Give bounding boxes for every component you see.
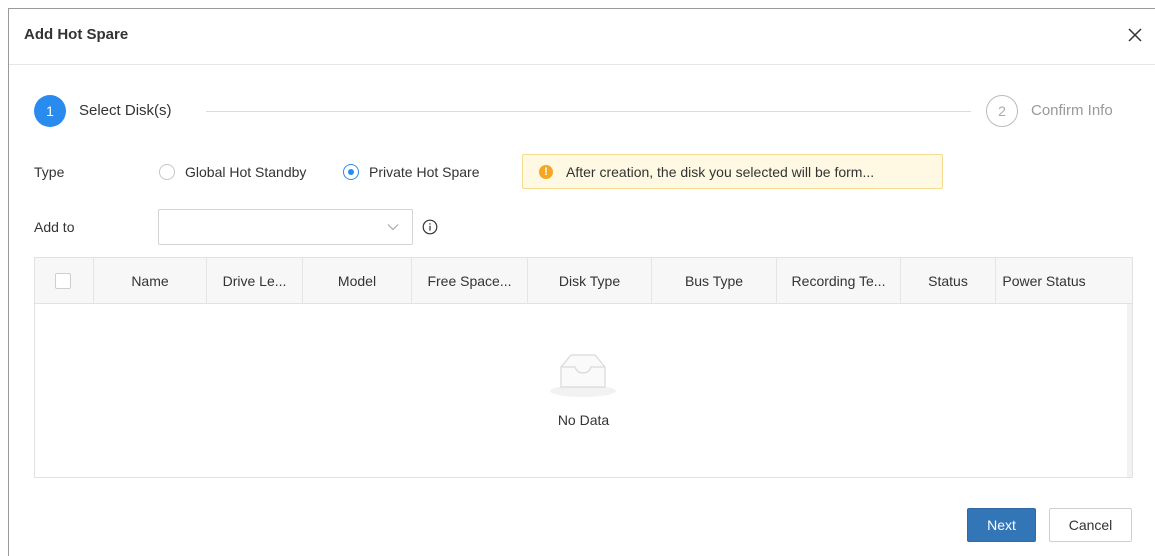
add-hot-spare-dialog: Add Hot Spare 1 Select Disk(s) 2 Confirm… xyxy=(8,8,1155,556)
chevron-down-icon xyxy=(387,224,399,231)
step-2-label: Confirm Info xyxy=(1031,102,1113,119)
column-header-disk-type[interactable]: Disk Type xyxy=(528,258,652,304)
format-warning-notice: ! After creation, the disk you selected … xyxy=(522,154,943,189)
stepper: 1 Select Disk(s) 2 Confirm Info xyxy=(9,93,1155,129)
next-button[interactable]: Next xyxy=(967,508,1036,542)
select-all-checkbox[interactable] xyxy=(55,273,71,289)
step-2-number: 2 xyxy=(986,95,1018,127)
radio-circle-checked[interactable] xyxy=(343,164,359,180)
empty-inbox-icon xyxy=(550,354,616,397)
info-icon[interactable] xyxy=(422,219,438,235)
cancel-button[interactable]: Cancel xyxy=(1049,508,1132,542)
table-header: Name Drive Le... Model Free Space... Dis… xyxy=(35,258,1132,304)
radio-label[interactable]: Private Hot Spare xyxy=(369,164,480,180)
column-header-name[interactable]: Name xyxy=(94,258,207,304)
radio-private-hot-spare[interactable]: Private Hot Spare xyxy=(343,162,480,182)
add-to-select[interactable] xyxy=(158,209,413,245)
radio-circle[interactable] xyxy=(159,164,175,180)
column-header-model[interactable]: Model xyxy=(303,258,412,304)
type-label: Type xyxy=(34,164,65,180)
warning-icon: ! xyxy=(539,164,553,179)
dialog-title: Add Hot Spare xyxy=(24,26,129,43)
empty-text: No Data xyxy=(557,412,610,428)
column-header-status[interactable]: Status xyxy=(901,258,996,304)
step-1-label: Select Disk(s) xyxy=(79,102,172,119)
column-header-recording-type[interactable]: Recording Te... xyxy=(777,258,901,304)
close-icon[interactable] xyxy=(1125,25,1145,45)
step-connector xyxy=(206,111,971,112)
column-header-power-status[interactable]: Power Status xyxy=(996,258,1092,304)
disk-table: Name Drive Le... Model Free Space... Dis… xyxy=(34,257,1133,478)
header-select-all xyxy=(35,258,94,304)
radio-global-hot-standby[interactable]: Global Hot Standby xyxy=(159,162,306,182)
dialog-header: Add Hot Spare xyxy=(9,9,1155,65)
empty-state: No Data xyxy=(35,304,1132,477)
step-1-number: 1 xyxy=(34,95,66,127)
radio-label[interactable]: Global Hot Standby xyxy=(185,164,306,180)
column-header-bus-type[interactable]: Bus Type xyxy=(652,258,777,304)
column-header-drive-letter[interactable]: Drive Le... xyxy=(207,258,303,304)
add-to-label: Add to xyxy=(34,219,75,235)
notice-text: After creation, the disk you selected wi… xyxy=(566,163,875,180)
column-header-free-space[interactable]: Free Space... xyxy=(412,258,528,304)
